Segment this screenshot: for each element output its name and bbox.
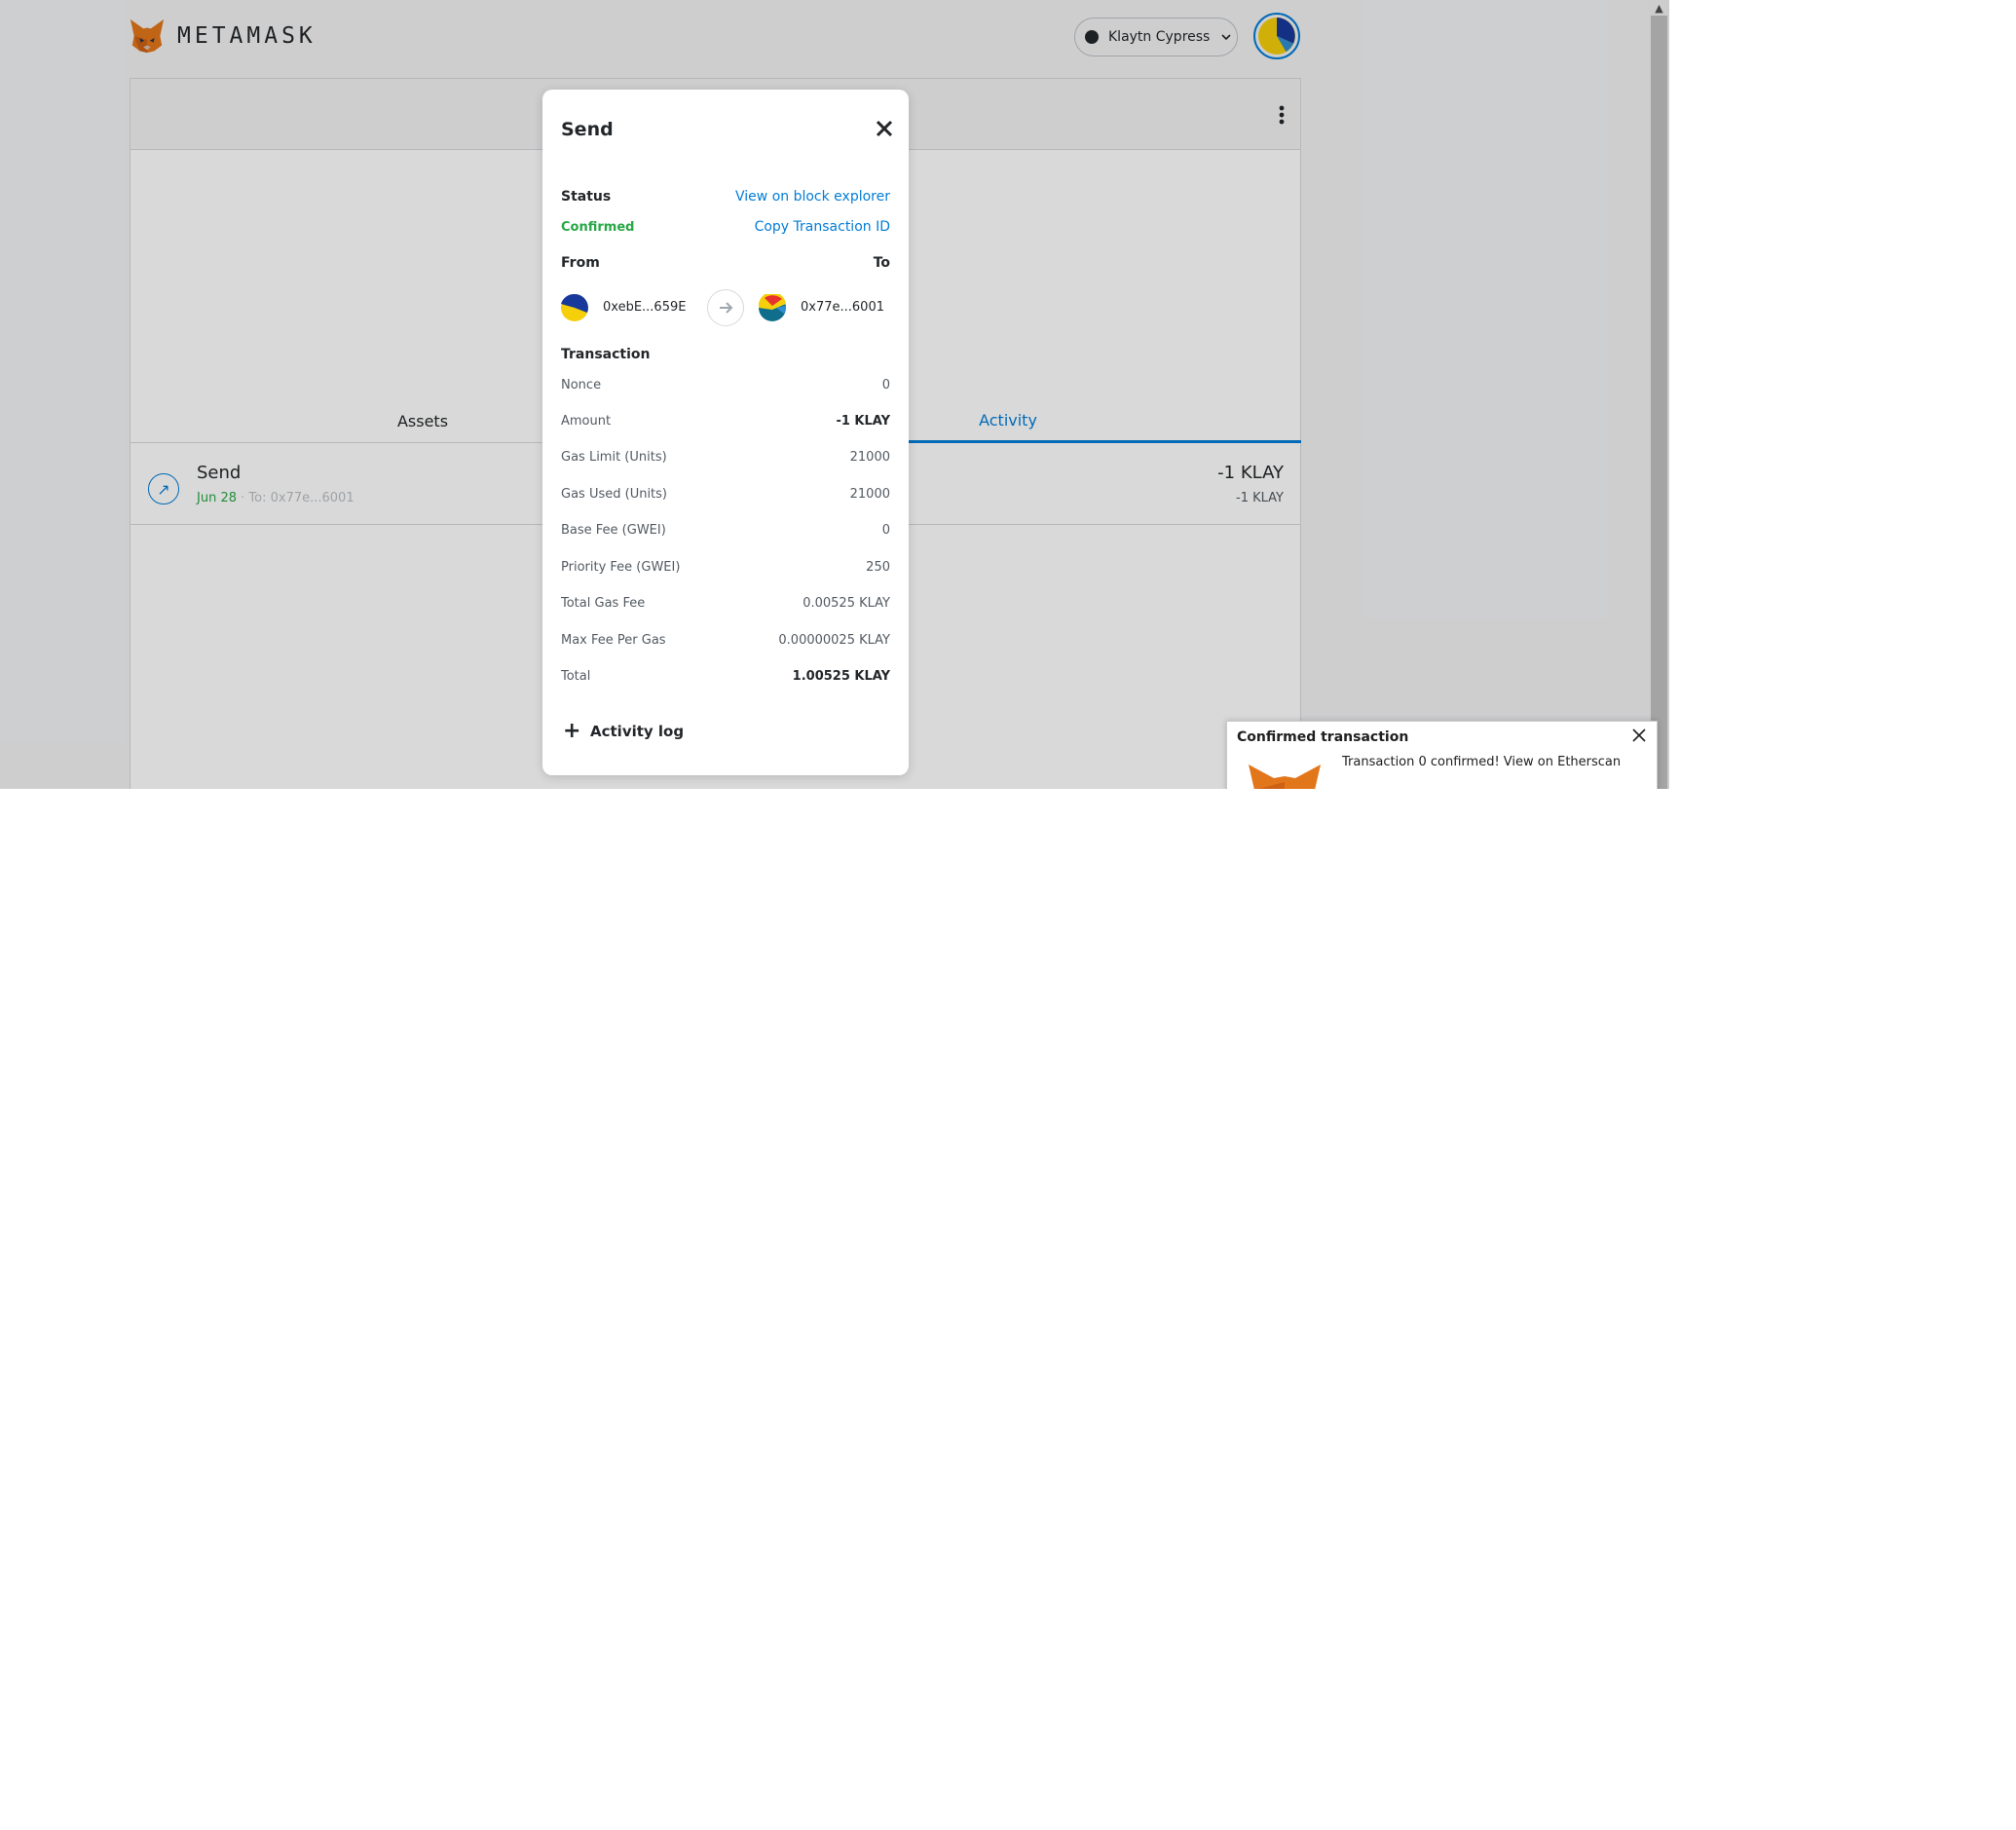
detail-label: Amount [561,414,612,429]
detail-value: 21000 [849,450,890,465]
detail-label: Gas Limit (Units) [561,450,667,465]
detail-label: Gas Used (Units) [561,487,667,502]
recipient-avatar[interactable] [759,294,786,321]
status-badge: Confirmed [561,219,635,235]
detail-value: 250 [866,560,890,575]
detail-value: 1.00525 KLAY [792,669,890,684]
metamask-fox-icon [1249,765,1321,789]
detail-row-amount: Amount -1 KLAY [561,414,890,429]
status-value-row: Confirmed Copy Transaction ID [561,219,890,235]
transaction-label: Transaction [561,347,651,362]
detail-label: Base Fee (GWEI) [561,523,666,538]
detail-label: Total [561,669,591,684]
detail-row-gas-used: Gas Used (Units) 21000 [561,487,890,502]
copy-transaction-id-link[interactable]: Copy Transaction ID [755,219,890,235]
sender-address[interactable]: 0xebE...659E [603,300,686,315]
sender-recipient: 0xebE...659E 0x77e...6001 [561,289,890,326]
recipient-address[interactable]: 0x77e...6001 [801,300,884,315]
close-icon[interactable] [1631,728,1647,743]
confirmation-toast[interactable]: Confirmed transaction Transaction 0 conf… [1226,721,1658,789]
from-label: From [561,255,600,271]
view-block-explorer-link[interactable]: View on block explorer [735,189,890,205]
activity-log-toggle[interactable]: + Activity log [563,719,684,743]
detail-value: -1 KLAY [836,414,890,429]
arrow-right-icon [707,289,744,326]
status-row: Status View on block explorer [561,189,890,205]
sender-avatar[interactable] [561,294,588,321]
detail-row-nonce: Nonce 0 [561,378,890,392]
status-label: Status [561,189,612,205]
detail-value: 0.00000025 KLAY [778,633,890,648]
detail-value: 0.00525 KLAY [803,596,890,611]
detail-row-total-gas-fee: Total Gas Fee 0.00525 KLAY [561,596,890,611]
activity-log-label: Activity log [590,722,685,740]
detail-value: 0 [881,378,890,392]
detail-value: 21000 [849,487,890,502]
detail-label: Nonce [561,378,602,392]
transaction-section-header: Transaction [561,347,890,362]
toast-title: Confirmed transaction [1237,729,1409,745]
detail-row-priority-fee: Priority Fee (GWEI) 250 [561,560,890,575]
from-to-header: From To [561,255,890,271]
transaction-details-modal: Send Status View on block explorer Confi… [542,90,909,775]
close-icon[interactable] [876,120,893,137]
plus-icon: + [563,719,581,743]
screenshot: METAMASK Klaytn Cypress Assets Activity [0,0,1669,789]
modal-title: Send [561,119,614,140]
detail-row-max-fee: Max Fee Per Gas 0.00000025 KLAY [561,633,890,648]
detail-label: Priority Fee (GWEI) [561,560,681,575]
detail-row-base-fee: Base Fee (GWEI) 0 [561,523,890,538]
detail-value: 0 [881,523,890,538]
to-label: To [873,255,890,271]
detail-label: Total Gas Fee [561,596,646,611]
toast-message[interactable]: Transaction 0 confirmed! View on Ethersc… [1342,755,1621,769]
detail-row-total: Total 1.00525 KLAY [561,669,890,684]
detail-row-gas-limit: Gas Limit (Units) 21000 [561,450,890,465]
detail-label: Max Fee Per Gas [561,633,666,648]
